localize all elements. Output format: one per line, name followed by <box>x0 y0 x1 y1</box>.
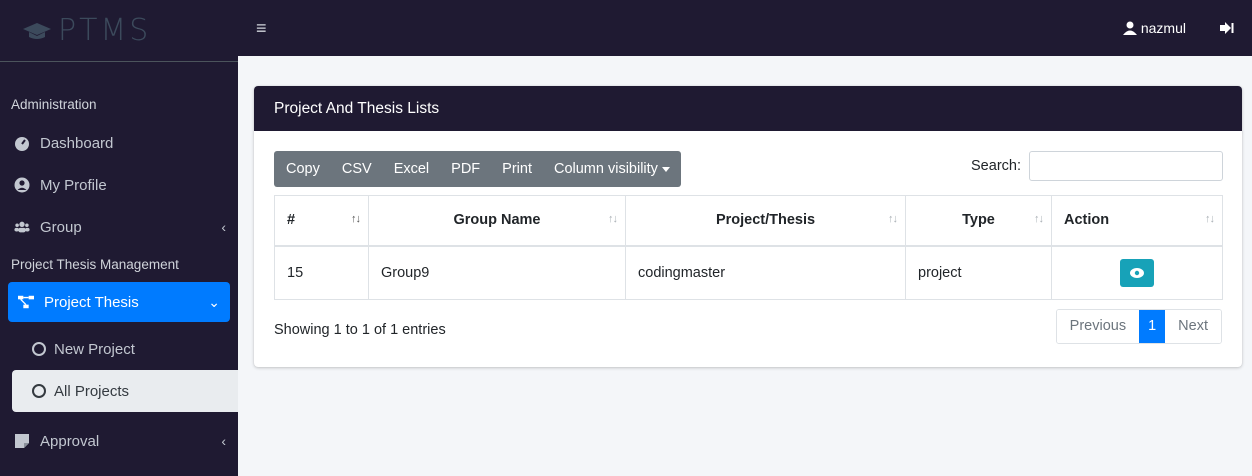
circle-icon <box>32 384 46 398</box>
sidebar-item-label: Project Thesis <box>44 293 139 311</box>
project-list-card: Project And Thesis Lists Copy CSV Excel … <box>254 86 1242 367</box>
chevron-left-icon: ‹ <box>221 219 226 235</box>
cell-project: codingmaster <box>625 245 906 300</box>
table-row: 15 Group9 codingmaster project <box>274 245 1223 300</box>
sidebar: PTMS Administration Dashboard My Profile… <box>0 0 238 476</box>
card-title: Project And Thesis Lists <box>254 86 1242 131</box>
chevron-down-icon: ⌄ <box>208 293 220 310</box>
cell-action <box>1051 245 1223 300</box>
print-button[interactable]: Print <box>491 151 543 187</box>
sort-icon: ↑↓ <box>1205 213 1215 225</box>
page-1-button[interactable]: 1 <box>1139 310 1166 343</box>
caret-down-icon <box>661 166 670 172</box>
topbar: ≡ nazmul <box>238 0 1252 56</box>
sidebar-item-label: My Profile <box>40 176 107 194</box>
sidebar-item-new-project[interactable]: New Project <box>0 328 238 370</box>
sidebar-item-project-thesis[interactable]: Project Thesis ⌄ <box>8 282 230 322</box>
projects-table: # ↑↓ Group Name ↑↓ Project/Thesis ↑↓ Type ↑↓… <box>274 195 1223 300</box>
copy-button[interactable]: Copy <box>274 151 331 187</box>
graduation-cap-icon <box>23 22 51 39</box>
entries-info: Showing 1 to 1 of 1 entries <box>274 322 446 338</box>
hamburger-menu-icon[interactable]: ≡ <box>256 18 267 39</box>
user-circle-icon <box>14 177 30 193</box>
column-header-group-name[interactable]: Group Name ↑↓ <box>368 195 626 247</box>
sidebar-item-label: Group <box>40 218 82 236</box>
sort-icon: ↑↓ <box>1034 213 1044 225</box>
user-icon <box>1122 21 1137 35</box>
sign-out-icon[interactable] <box>1220 22 1234 34</box>
search-input[interactable] <box>1029 151 1223 181</box>
next-page-button[interactable]: Next <box>1165 310 1221 343</box>
cell-group-name: Group9 <box>368 245 626 300</box>
brand[interactable]: PTMS <box>0 0 238 62</box>
nav-header-administration: Administration <box>11 97 97 112</box>
tachometer-icon <box>14 135 30 151</box>
search-label: Search: <box>971 158 1021 174</box>
sort-icon: ↑↓ <box>608 213 618 225</box>
excel-button[interactable]: Excel <box>383 151 440 187</box>
nav-header-project-thesis: Project Thesis Management <box>11 257 179 272</box>
sidebar-item-label: Approval <box>40 432 100 450</box>
sort-icon: ↑↓ <box>351 213 361 225</box>
cell-id: 15 <box>274 245 369 300</box>
cell-type: project <box>905 245 1052 300</box>
pdf-button[interactable]: PDF <box>440 151 491 187</box>
column-visibility-label: Column visibility <box>553 161 658 177</box>
csv-button[interactable]: CSV <box>331 151 383 187</box>
sidebar-item-approval[interactable]: Approval ‹ <box>0 420 238 462</box>
sidebar-item-profile[interactable]: My Profile <box>0 164 238 206</box>
sidebar-item-dashboard[interactable]: Dashboard <box>0 122 238 164</box>
chevron-left-icon: ‹ <box>221 433 226 449</box>
users-icon <box>14 219 30 235</box>
previous-page-button[interactable]: Previous <box>1056 310 1140 343</box>
sticky-note-icon <box>14 433 30 449</box>
sidebar-item-all-projects[interactable]: All Projects <box>12 370 238 412</box>
pagination: Previous 1 Next <box>1055 309 1222 344</box>
sidebar-item-label: Dashboard <box>40 134 114 152</box>
view-button[interactable] <box>1120 258 1154 287</box>
sidebar-item-label: New Project <box>54 340 135 358</box>
username: nazmul <box>1140 20 1186 36</box>
export-button-group: Copy CSV Excel PDF Print Column visibili… <box>274 151 681 187</box>
project-diagram-icon <box>18 294 34 310</box>
brand-text: PTMS <box>58 13 152 48</box>
column-header-action[interactable]: Action ↑↓ <box>1051 195 1223 247</box>
sidebar-item-group[interactable]: Group ‹ <box>0 206 238 248</box>
column-header-id[interactable]: # ↑↓ <box>274 195 369 247</box>
column-visibility-button[interactable]: Column visibility <box>543 151 681 187</box>
user-menu[interactable]: nazmul <box>1122 20 1186 36</box>
circle-icon <box>32 342 46 356</box>
column-header-project[interactable]: Project/Thesis ↑↓ <box>625 195 906 247</box>
eye-icon <box>1130 267 1144 278</box>
column-header-type[interactable]: Type ↑↓ <box>905 195 1052 247</box>
sidebar-item-label: All Projects <box>54 382 130 400</box>
sort-icon: ↑↓ <box>888 213 898 225</box>
